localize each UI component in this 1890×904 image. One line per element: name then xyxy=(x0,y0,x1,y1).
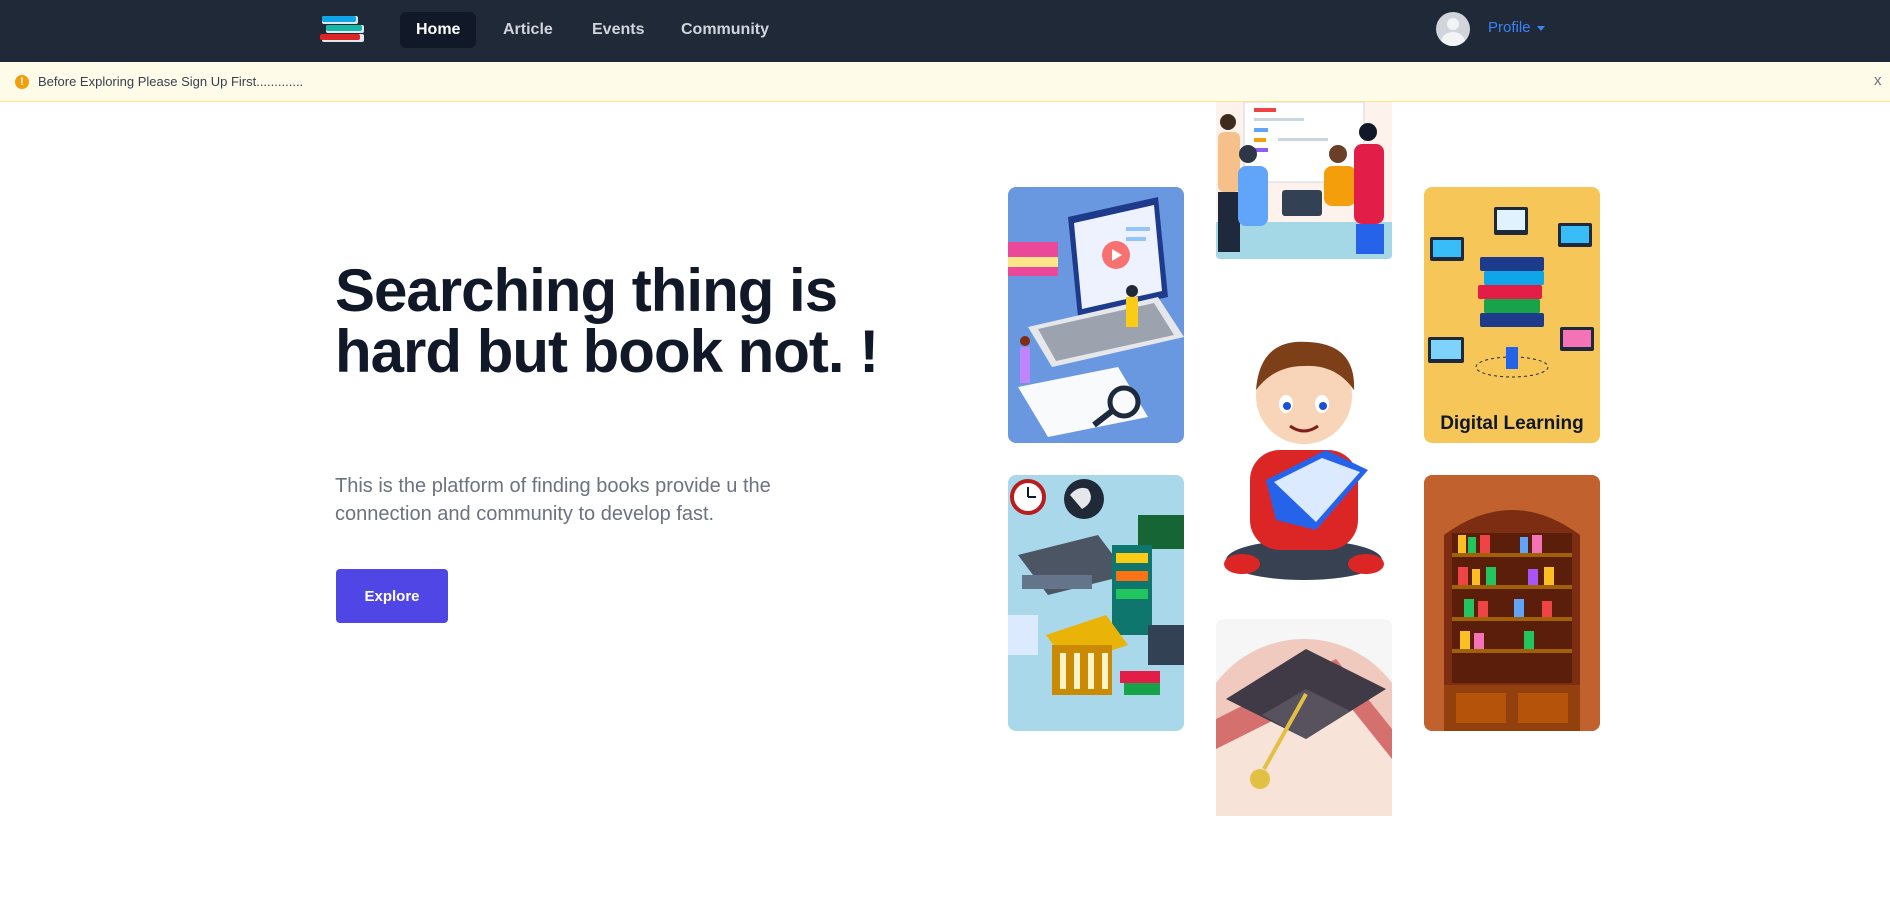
bookshelf-image xyxy=(1424,475,1600,731)
warning-icon: ! xyxy=(15,75,29,89)
digital-learning-image: Digital Learning xyxy=(1424,187,1600,443)
alert-message: Before Exploring Please Sign Up First...… xyxy=(38,74,304,89)
hero-title: Searching thing is hard but book not. ! xyxy=(335,257,879,385)
signup-alert: ! Before Exploring Please Sign Up First.… xyxy=(0,62,1890,102)
graduation-book-image xyxy=(1216,619,1392,816)
profile-dropdown[interactable]: Profile xyxy=(1488,19,1545,36)
chevron-down-icon xyxy=(1536,25,1545,31)
books-logo-icon[interactable] xyxy=(318,10,368,46)
explore-button[interactable]: Explore xyxy=(336,569,448,623)
digital-learning-label: Digital Learning xyxy=(1440,413,1584,434)
top-navbar: Home Article Events Community Profile xyxy=(0,0,1890,62)
avatar[interactable] xyxy=(1436,12,1470,46)
team-meeting-image xyxy=(1216,102,1392,259)
laptop-study-image xyxy=(1008,187,1184,443)
avatar-body-icon xyxy=(1441,32,1465,46)
boy-reading-image xyxy=(1216,330,1392,586)
hero-subtitle: This is the platform of finding books pr… xyxy=(335,475,771,525)
nav-community-link[interactable]: Community xyxy=(665,12,785,48)
profile-label: Profile xyxy=(1488,19,1531,36)
nav-article-link[interactable]: Article xyxy=(487,12,569,48)
library-isometric-image xyxy=(1008,475,1184,731)
close-icon[interactable]: x xyxy=(1874,72,1882,89)
nav-home-link[interactable]: Home xyxy=(400,12,477,48)
nav-events-link[interactable]: Events xyxy=(576,12,660,48)
avatar-head-icon xyxy=(1447,18,1459,30)
